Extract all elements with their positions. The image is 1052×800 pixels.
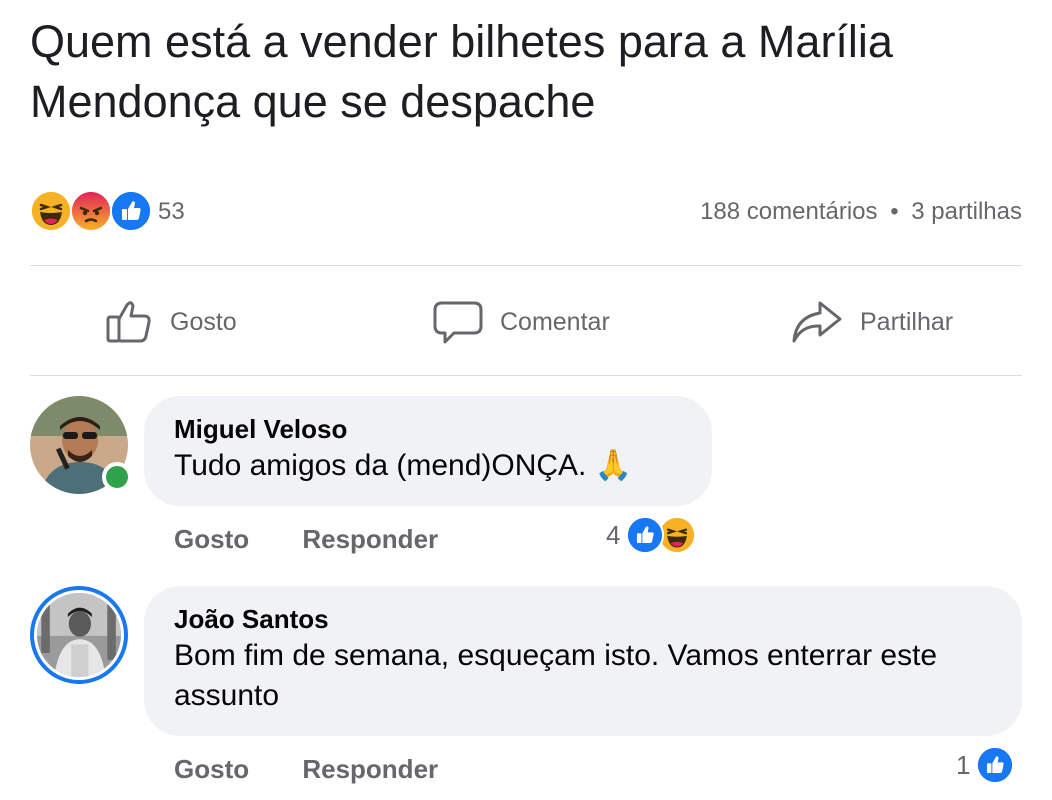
like-icon — [626, 516, 665, 554]
comment-like-link[interactable]: Gosto — [174, 754, 249, 784]
divider — [30, 265, 1022, 266]
comment-reactions[interactable]: 4 — [606, 516, 697, 554]
post-actions: Gosto Comentar Partilhar — [30, 278, 1022, 366]
post-text: Quem está a vender bilhetes para a Maríl… — [30, 16, 893, 127]
comment-text: Bom fim de semana, esqueçam isto. Vamos … — [174, 639, 938, 712]
avatar[interactable] — [30, 586, 128, 684]
comment-reply-link[interactable]: Responder — [302, 524, 438, 554]
comment-item: João Santos Bom fim de semana, esqueçam … — [30, 586, 1022, 796]
comment-button[interactable]: Comentar — [432, 278, 610, 366]
like-button[interactable]: Gosto — [104, 278, 237, 366]
commenter-name[interactable]: João Santos — [174, 602, 992, 636]
comment-reactions[interactable]: 1 — [956, 746, 1015, 784]
comment-actions: Gosto Responder — [174, 754, 484, 785]
share-count[interactable]: 3 partilhas — [911, 198, 1022, 225]
separator-dot: • — [890, 198, 899, 225]
share-arrow-icon — [792, 301, 842, 343]
like-button-label: Gosto — [170, 307, 237, 336]
share-button-label: Partilhar — [860, 307, 954, 336]
comment-reaction-count: 1 — [956, 749, 971, 780]
comment-bubble: Miguel Veloso Tudo amigos da (mend)ONÇA.… — [144, 396, 712, 506]
like-icon — [110, 190, 152, 232]
thumbs-up-icon — [106, 301, 151, 343]
comment-share-counts: 188 comentários • 3 partilhas — [700, 198, 1022, 226]
comment-like-link[interactable]: Gosto — [174, 524, 249, 554]
online-status-indicator — [102, 462, 132, 492]
comment-reaction-count: 4 — [606, 519, 621, 550]
haha-icon — [658, 516, 697, 554]
speech-bubble-icon — [433, 301, 483, 344]
share-button[interactable]: Partilhar — [790, 278, 953, 366]
comment-count[interactable]: 188 comentários — [700, 198, 877, 225]
haha-icon — [30, 190, 72, 232]
reaction-summary[interactable] — [30, 190, 160, 234]
comment-bubble: João Santos Bom fim de semana, esqueçam … — [144, 586, 1022, 736]
like-icon — [976, 746, 1015, 784]
comment-reply-link[interactable]: Responder — [302, 754, 438, 784]
comment-text: Tudo amigos da (mend)ONÇA. 🙏 — [174, 449, 633, 482]
comment-item: Miguel Veloso Tudo amigos da (mend)ONÇA.… — [30, 396, 1022, 566]
angry-icon — [70, 190, 112, 232]
reaction-count[interactable]: 53 — [158, 198, 185, 226]
divider — [30, 375, 1022, 376]
comment-button-label: Comentar — [500, 307, 610, 336]
comment-actions: Gosto Responder — [174, 524, 484, 555]
commenter-name[interactable]: Miguel Veloso — [174, 412, 682, 446]
post-stats: 53 188 comentários • 3 partilhas — [30, 188, 1022, 236]
